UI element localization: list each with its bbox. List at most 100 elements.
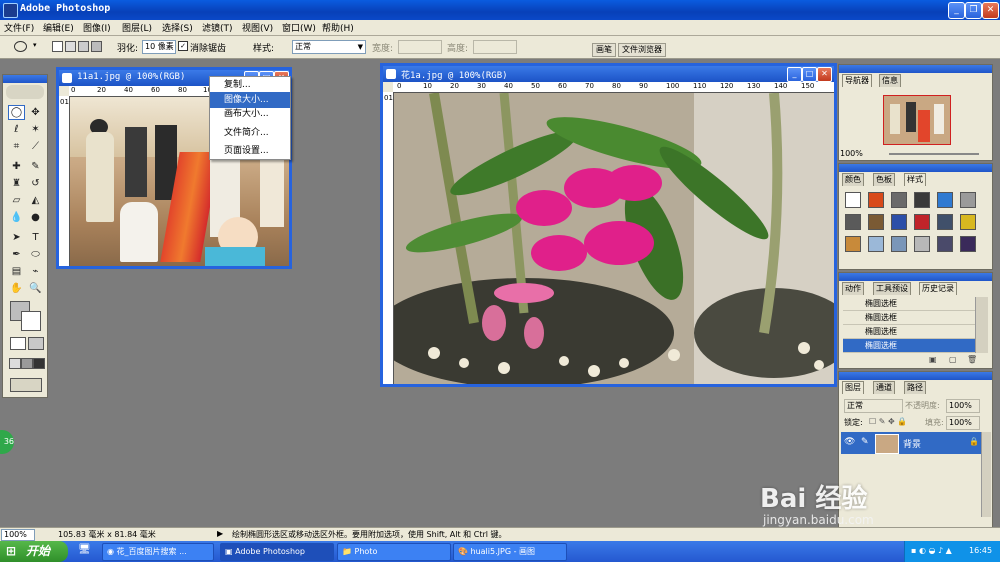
quickmask-mode-icon[interactable] [28, 337, 44, 350]
style-swatch[interactable] [937, 214, 953, 230]
style-swatch[interactable] [914, 236, 930, 252]
brushes-palette-well[interactable]: 画笔 [592, 43, 616, 57]
start-button[interactable]: ⊞ 开始 [0, 541, 68, 562]
tool-preset-chevron-icon[interactable]: ▾ [33, 41, 37, 49]
healing-brush-tool-icon[interactable]: ✚ [8, 159, 25, 174]
new-document-icon[interactable]: ▢ [949, 355, 957, 364]
brush-tool-icon[interactable]: ✎ [27, 159, 44, 174]
menu-item-duplicate[interactable]: 复制... [210, 77, 290, 93]
visibility-eye-icon[interactable]: 👁 [844, 437, 855, 447]
status-zoom-field[interactable]: 100% [1, 529, 35, 541]
ellipse-marquee-icon[interactable] [14, 41, 27, 52]
style-swatch[interactable] [960, 236, 976, 252]
lasso-tool-icon[interactable]: ℓ [8, 122, 25, 137]
history-state-row[interactable]: 椭圆选框 [843, 325, 977, 339]
style-swatch[interactable] [891, 192, 907, 208]
style-swatch[interactable] [845, 214, 861, 230]
clone-stamp-tool-icon[interactable]: ♜ [8, 176, 25, 191]
taskbar-item-paint[interactable]: 🎨 huali5.JPG - 画图 [453, 543, 567, 561]
tab-paths[interactable]: 路径 [904, 381, 926, 394]
magic-wand-tool-icon[interactable]: ✶ [27, 122, 44, 137]
history-state-row[interactable]: 椭圆选框 [843, 297, 977, 311]
tab-layers[interactable]: 图层 [842, 381, 864, 394]
style-swatch[interactable] [868, 192, 884, 208]
menu-layer[interactable]: 图层(L) [122, 21, 152, 34]
menu-item-page-setup[interactable]: 页面设置... [210, 143, 290, 159]
notes-tool-icon[interactable]: ▤ [8, 264, 25, 279]
tab-styles[interactable]: 样式 [904, 173, 926, 186]
shape-tool-icon[interactable]: ⬭ [27, 247, 44, 262]
new-selection-icon[interactable] [52, 41, 63, 52]
slice-tool-icon[interactable]: ⟋ [27, 139, 44, 154]
menu-view[interactable]: 视图(V) [242, 21, 273, 34]
jump-to-imageready-icon[interactable] [10, 378, 42, 392]
screen-mode-standard-icon[interactable] [9, 358, 21, 369]
tab-color[interactable]: 颜色 [842, 173, 864, 186]
layers-scrollbar[interactable] [981, 432, 991, 517]
style-swatch[interactable] [891, 214, 907, 230]
new-snapshot-icon[interactable]: ▣ [929, 355, 937, 364]
eraser-tool-icon[interactable]: ▱ [8, 193, 25, 208]
menu-window[interactable]: 窗口(W) [282, 21, 316, 34]
opacity-input[interactable]: 100% [946, 399, 980, 413]
background-color-swatch[interactable] [21, 311, 41, 331]
pen-tool-icon[interactable]: ✒ [8, 247, 25, 262]
move-tool-icon[interactable]: ✥ [27, 105, 44, 120]
taskbar-item-browser[interactable]: ◉ 花_百度图片搜索 ... [102, 543, 214, 561]
menu-file[interactable]: 文件(F) [4, 21, 34, 34]
blur-tool-icon[interactable]: 💧 [8, 210, 25, 225]
style-swatch[interactable] [914, 192, 930, 208]
lock-options-icons[interactable]: ☐ ✎ ✥ 🔒 [869, 417, 907, 426]
menu-filter[interactable]: 滤镜(T) [202, 21, 233, 34]
file-browser-palette-well[interactable]: 文件浏览器 [618, 43, 666, 57]
minimize-button[interactable]: _ [948, 2, 965, 19]
menu-item-canvas-size[interactable]: 画布大小... [210, 106, 290, 122]
tab-swatches[interactable]: 色板 [873, 173, 895, 186]
menu-select[interactable]: 选择(S) [162, 21, 193, 34]
tab-tool-presets[interactable]: 工具预设 [873, 282, 911, 295]
tab-actions[interactable]: 动作 [842, 282, 864, 295]
style-swatch[interactable] [937, 192, 953, 208]
subtract-selection-icon[interactable] [78, 41, 89, 52]
add-selection-icon[interactable] [65, 41, 76, 52]
doc2-minimize-button[interactable]: _ [787, 67, 802, 82]
style-select[interactable]: 正常 ▼ [292, 40, 366, 54]
navigator-zoom[interactable]: 100% [840, 149, 863, 158]
feather-input[interactable]: 10 像素 [142, 40, 176, 54]
doc2-maximize-button[interactable]: □ [802, 67, 817, 82]
taskbar-item-photoshop[interactable]: ▣ Adobe Photoshop [220, 543, 334, 561]
tab-info[interactable]: 信息 [879, 74, 901, 87]
navigator-zoom-slider[interactable] [889, 153, 979, 155]
fill-input[interactable]: 100% [946, 416, 980, 430]
navigator-thumbnail[interactable] [883, 95, 951, 145]
style-swatch[interactable] [891, 236, 907, 252]
close-button[interactable]: ✕ [982, 2, 999, 19]
adobe-online-icon[interactable] [6, 85, 44, 99]
quicklaunch-desktop-icon[interactable]: 🖥 [78, 544, 91, 555]
paint-bucket-tool-icon[interactable]: ◭ [27, 193, 44, 208]
screen-mode-full-icon[interactable] [33, 358, 45, 369]
menu-edit[interactable]: 编辑(E) [43, 21, 74, 34]
layer-row-background[interactable]: 👁 ✎ 背景 🔒 [841, 432, 981, 454]
path-selection-tool-icon[interactable]: ➤ [8, 230, 25, 245]
screen-mode-full-menu-icon[interactable] [21, 358, 33, 369]
style-swatch[interactable] [960, 192, 976, 208]
history-scrollbar[interactable] [975, 297, 988, 353]
doc2-close-button[interactable]: ✕ [817, 67, 832, 82]
style-swatch[interactable] [868, 236, 884, 252]
blend-mode-select[interactable]: 正常 [844, 399, 903, 413]
style-swatch[interactable] [914, 214, 930, 230]
style-swatch[interactable] [937, 236, 953, 252]
style-swatch[interactable] [960, 214, 976, 230]
hand-tool-icon[interactable]: ✋ [8, 281, 25, 296]
taskbar-item-folder[interactable]: 📁 Photo [337, 543, 451, 561]
status-arrow-icon[interactable]: ▶ [217, 529, 223, 538]
antialias-checkbox[interactable]: ✓ [178, 41, 188, 51]
dodge-tool-icon[interactable]: ● [27, 210, 44, 225]
standard-mode-icon[interactable] [10, 337, 26, 350]
style-swatch[interactable] [845, 192, 861, 208]
style-swatch[interactable] [868, 214, 884, 230]
menu-item-file-info[interactable]: 文件简介... [210, 125, 290, 141]
menu-image[interactable]: 图像(I) [83, 21, 111, 34]
doc2-photo-canvas[interactable] [394, 93, 834, 384]
